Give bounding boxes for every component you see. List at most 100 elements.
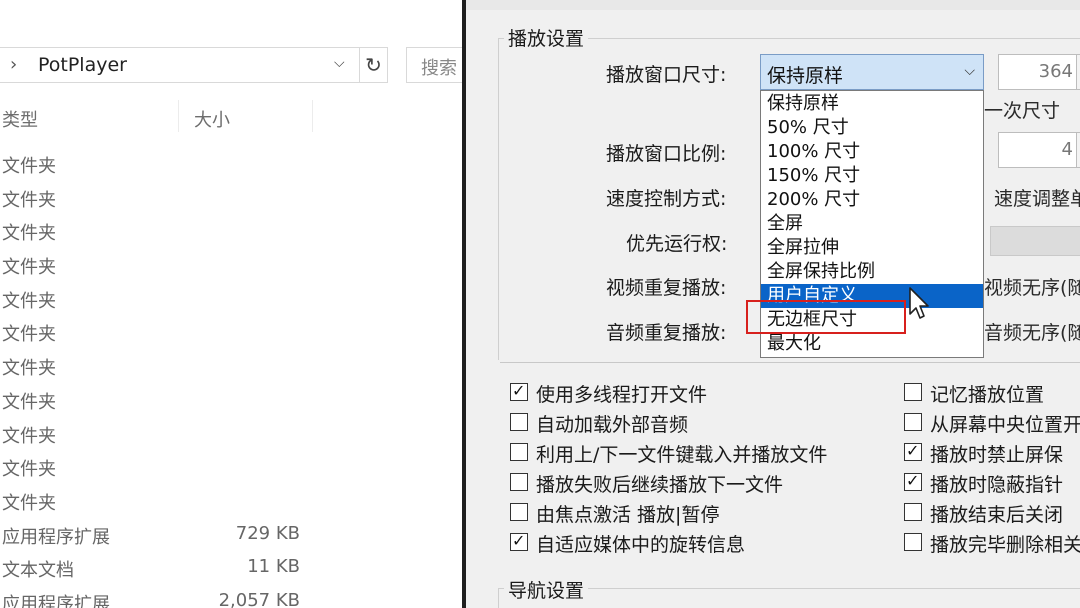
label-speed-control: 速度控制方式:	[606, 188, 727, 210]
column-divider[interactable]	[312, 100, 313, 132]
option-fullscreen[interactable]: 全屏	[761, 212, 983, 236]
audio-shuffle-text[interactable]: 音频无序(随	[984, 318, 1080, 345]
checkbox-label: 利用上/下一文件键载入并播放文件	[536, 444, 828, 466]
priority-slider-track[interactable]	[990, 226, 1080, 256]
checkbox-label: 自动加载外部音频	[536, 414, 689, 436]
checkbox-box[interactable]	[510, 443, 528, 461]
column-header-size[interactable]: 大小	[194, 106, 230, 132]
checkbox-box[interactable]	[904, 441, 922, 461]
checkbox-box[interactable]	[510, 413, 528, 431]
refresh-icon[interactable]: ↻	[360, 47, 388, 83]
checkbox-label: 播放结束后关闭	[930, 504, 1064, 526]
option-maximize[interactable]: 最大化	[761, 332, 983, 356]
chevron-right-icon: ›	[10, 54, 18, 75]
checkbox-box[interactable]	[904, 471, 922, 491]
annotation-highlight-box	[746, 300, 906, 334]
file-type: 文件夹	[2, 459, 56, 481]
checkbox-box[interactable]	[904, 383, 922, 401]
mouse-pointer-icon	[909, 287, 929, 319]
option-200-percent[interactable]: 200% 尺寸	[761, 188, 983, 212]
settings-dialog: 播放设置 播放窗口尺寸: 播放窗口比例: 速度控制方式: 优先运行权: 视频重复…	[462, 0, 1080, 608]
column-header-type[interactable]: 类型	[2, 106, 38, 132]
speed-adjust-text: 速度调整单	[994, 188, 1080, 210]
checkbox-label: 由焦点激活 播放|暂停	[536, 504, 720, 526]
width-spin-button[interactable]	[1076, 54, 1080, 90]
checkbox-label: 播放失败后继续播放下一文件	[536, 474, 784, 496]
group-title-playback: 播放设置	[504, 24, 589, 51]
table-row[interactable]: 应用程序扩展 2,057 KB	[0, 586, 462, 608]
label-window-size: 播放窗口尺寸:	[606, 64, 727, 86]
option-keep-original[interactable]: 保持原样	[761, 92, 983, 116]
file-type: 文件夹	[2, 324, 56, 346]
checkbox-label: 使用多线程打开文件	[536, 384, 708, 406]
option-50-percent[interactable]: 50% 尺寸	[761, 116, 983, 140]
label-window-ratio: 播放窗口比例:	[606, 143, 727, 165]
address-bar[interactable]: › PotPlayer ⌵	[0, 47, 360, 83]
file-type: 文件夹	[2, 257, 56, 279]
table-row[interactable]: 文件夹	[0, 249, 462, 283]
address-path[interactable]: PotPlayer	[38, 54, 127, 76]
group-title-navigation: 导航设置	[504, 576, 589, 603]
checkbox-label: 自适应媒体中的旋转信息	[536, 534, 746, 556]
table-row[interactable]: 文件夹	[0, 485, 462, 519]
table-row[interactable]: 应用程序扩展 729 KB	[0, 519, 462, 553]
checkbox-label: 播放时禁止屏保	[930, 444, 1064, 466]
dialog-top-strip	[466, 0, 1080, 10]
file-type: 文件夹	[2, 492, 56, 514]
table-row[interactable]: 文件夹	[0, 316, 462, 350]
option-fullscreen-stretch[interactable]: 全屏拉伸	[761, 236, 983, 260]
file-type: 应用程序扩展	[2, 526, 110, 548]
file-type: 文本文档	[2, 560, 74, 582]
file-type: 文件夹	[2, 358, 56, 380]
option-100-percent[interactable]: 100% 尺寸	[761, 140, 983, 164]
file-type: 文件夹	[2, 391, 56, 413]
file-type: 文件夹	[2, 290, 56, 312]
checkbox-box[interactable]	[510, 503, 528, 521]
checkbox-label: 播放完毕删除相关	[930, 534, 1080, 556]
chevron-down-icon[interactable]: ⌵	[964, 63, 975, 79]
checkbox-label: 记忆播放位置	[930, 384, 1045, 406]
file-type: 文件夹	[2, 223, 56, 245]
checkbox-box[interactable]	[510, 473, 528, 491]
option-fullscreen-keep-ratio[interactable]: 全屏保持比例	[761, 260, 983, 284]
next-size-text: 一次尺寸	[984, 100, 1061, 122]
table-row[interactable]: 文件夹	[0, 182, 462, 216]
table-row[interactable]: 文件夹	[0, 384, 462, 418]
file-list: 文件夹 文件夹 文件夹 文件夹 文件夹 文件夹 文件夹 文件夹 文件夹 文件夹 …	[0, 148, 462, 608]
checkbox-label: 播放时隐蔽指针	[930, 474, 1064, 496]
column-divider[interactable]	[178, 100, 179, 132]
file-size: 729 KB	[235, 522, 300, 544]
width-value: 364	[1038, 61, 1073, 82]
file-type: 文件夹	[2, 156, 56, 177]
label-priority: 优先运行权:	[626, 233, 728, 255]
checkbox-box[interactable]	[510, 531, 528, 551]
option-150-percent[interactable]: 150% 尺寸	[761, 164, 983, 188]
checkbox-box[interactable]	[904, 533, 922, 551]
table-row[interactable]: 文件夹	[0, 215, 462, 249]
table-row[interactable]: 文件夹	[0, 451, 462, 485]
table-row[interactable]: 文本文档 11 KB	[0, 552, 462, 586]
file-size: 2,057 KB	[218, 589, 300, 608]
width-spin-input[interactable]: 364	[998, 54, 1080, 90]
file-type: 应用程序扩展	[2, 593, 110, 608]
video-shuffle-text[interactable]: 视频无序(随	[984, 273, 1080, 300]
file-explorer-pane: › PotPlayer ⌵ ↻ 搜索 类型 大小 文件夹 文件夹 文件夹 文件夹…	[0, 0, 476, 608]
chevron-down-icon[interactable]: ⌵	[334, 55, 345, 71]
table-row[interactable]: 文件夹	[0, 283, 462, 317]
group-separator	[500, 362, 1080, 363]
checkbox-box[interactable]	[904, 413, 922, 431]
label-video-repeat: 视频重复播放:	[606, 277, 727, 299]
checkbox-label: 从屏幕中央位置开	[930, 414, 1080, 436]
checkbox-box[interactable]	[904, 503, 922, 521]
ratio-spin-button[interactable]	[1076, 132, 1080, 168]
label-audio-repeat: 音频重复播放:	[606, 322, 727, 344]
table-row[interactable]: 文件夹	[0, 350, 462, 384]
checkbox-box[interactable]	[510, 381, 528, 401]
window-size-combobox[interactable]: 保持原样 ⌵	[760, 54, 984, 90]
search-placeholder: 搜索	[421, 58, 457, 79]
table-row[interactable]: 文件夹	[0, 148, 462, 182]
table-row[interactable]: 文件夹	[0, 418, 462, 452]
ratio-spin-input[interactable]: 4	[998, 132, 1080, 168]
file-size: 11 KB	[247, 556, 300, 578]
ratio-value: 4	[1061, 139, 1073, 160]
